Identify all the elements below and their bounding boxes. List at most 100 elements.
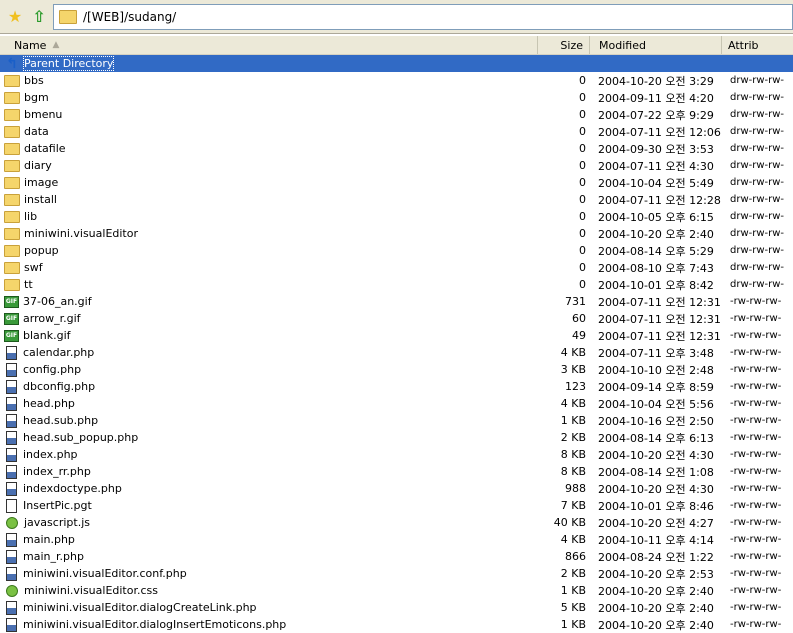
file-modified: 2004-10-20 오후 2:40	[598, 618, 714, 632]
column-modified[interactable]: Modified	[590, 36, 722, 54]
toolbar: ★ ⇧ /[WEB]/sudang/	[0, 0, 793, 34]
file-modified: 2004-08-14 오전 1:08	[598, 465, 714, 479]
file-row[interactable]: dbconfig.php 123 2004-09-14 오후 8:59 -rw-…	[0, 378, 793, 395]
folder-icon	[4, 74, 20, 88]
file-size: 0	[579, 261, 586, 274]
file-row[interactable]: data 0 2004-07-11 오전 12:06 drw-rw-rw-	[0, 123, 793, 140]
file-attrib: -rw-rw-rw-	[730, 483, 782, 494]
file-size: 2 KB	[560, 567, 586, 580]
file-modified: 2004-10-01 오후 8:46	[598, 499, 714, 513]
file-row[interactable]: popup 0 2004-08-14 오후 5:29 drw-rw-rw-	[0, 242, 793, 259]
file-modified: 2004-08-24 오전 1:22	[598, 550, 714, 564]
gif-file-icon: GIF	[4, 295, 19, 308]
file-row[interactable]: tt 0 2004-10-01 오후 8:42 drw-rw-rw-	[0, 276, 793, 293]
path-input[interactable]: /[WEB]/sudang/	[53, 4, 793, 30]
file-row[interactable]: miniwini.visualEditor 0 2004-10-20 오후 2:…	[0, 225, 793, 242]
folder-icon	[4, 176, 20, 190]
file-name: javascript.js	[24, 516, 90, 529]
file-row[interactable]: miniwini.visualEditor.conf.php 2 KB 2004…	[0, 565, 793, 582]
column-size[interactable]: Size	[538, 36, 590, 54]
file-modified: 2004-07-11 오후 3:48	[598, 346, 714, 360]
file-name: datafile	[24, 142, 66, 155]
file-row[interactable]: miniwini.visualEditor.dialogCreateLink.p…	[0, 599, 793, 616]
file-attrib: drw-rw-rw-	[730, 262, 785, 273]
folder-icon	[4, 210, 20, 224]
file-modified: 2004-07-22 오후 9:29	[598, 108, 714, 122]
file-attrib: -rw-rw-rw-	[730, 534, 782, 545]
file-name: lib	[24, 210, 38, 223]
file-size: 866	[565, 550, 586, 563]
file-row[interactable]: main_r.php 866 2004-08-24 오전 1:22 -rw-rw…	[0, 548, 793, 565]
file-attrib: drw-rw-rw-	[730, 160, 785, 171]
file-row[interactable]: calendar.php 4 KB 2004-07-11 오후 3:48 -rw…	[0, 344, 793, 361]
file-row[interactable]: index_rr.php 8 KB 2004-08-14 오전 1:08 -rw…	[0, 463, 793, 480]
file-modified: 2004-10-20 오전 4:30	[598, 482, 714, 496]
file-name: miniwini.visualEditor.dialogInsertEmotic…	[23, 618, 287, 631]
file-modified: 2004-08-10 오후 7:43	[598, 261, 714, 275]
file-attrib: -rw-rw-rw-	[730, 551, 782, 562]
file-row[interactable]: miniwini.visualEditor.css 1 KB 2004-10-2…	[0, 582, 793, 599]
file-size: 0	[579, 74, 586, 87]
file-row[interactable]: GIF blank.gif 49 2004-07-11 오전 12:31 -rw-…	[0, 327, 793, 344]
file-row[interactable]: GIF arrow_r.gif 60 2004-07-11 오전 12:31 -r…	[0, 310, 793, 327]
file-row[interactable]: head.sub.php 1 KB 2004-10-16 오전 2:50 -rw…	[0, 412, 793, 429]
php-file-icon	[6, 600, 17, 615]
js-file-icon	[6, 516, 18, 529]
file-size: 60	[572, 312, 586, 325]
file-row[interactable]: GIF 37-06_an.gif 731 2004-07-11 오전 12:31 …	[0, 293, 793, 310]
file-row[interactable]: InsertPic.pgt 7 KB 2004-10-01 오후 8:46 -r…	[0, 497, 793, 514]
folder-icon	[4, 261, 20, 275]
folder-icon	[4, 193, 20, 207]
php-file-icon	[6, 532, 17, 547]
php-file-icon	[6, 413, 17, 428]
file-name: head.php	[23, 397, 75, 410]
file-row[interactable]: main.php 4 KB 2004-10-11 오후 4:14 -rw-rw-…	[0, 531, 793, 548]
up-folder-icon[interactable]: ⇧	[30, 7, 48, 26]
file-row[interactable]: index.php 8 KB 2004-10-20 오전 4:30 -rw-rw…	[0, 446, 793, 463]
file-row[interactable]: install 0 2004-07-11 오전 12:28 drw-rw-rw-	[0, 191, 793, 208]
parent-directory-icon: ↰	[6, 55, 18, 72]
file-row[interactable]: indexdoctype.php 988 2004-10-20 오전 4:30 …	[0, 480, 793, 497]
column-name[interactable]: Name ▲	[0, 36, 538, 54]
file-row[interactable]: head.sub_popup.php 2 KB 2004-08-14 오후 6:…	[0, 429, 793, 446]
favorites-star-icon[interactable]: ★	[6, 7, 24, 26]
file-row[interactable]: javascript.js 40 KB 2004-10-20 오전 4:27 -…	[0, 514, 793, 531]
file-row[interactable]: head.php 4 KB 2004-10-04 오전 5:56 -rw-rw-…	[0, 395, 793, 412]
parent-directory-row[interactable]: ↰ Parent Directory	[0, 55, 793, 72]
file-row[interactable]: datafile 0 2004-09-30 오전 3:53 drw-rw-rw-	[0, 140, 793, 157]
file-size: 1 KB	[560, 584, 586, 597]
file-attrib: -rw-rw-rw-	[730, 619, 782, 630]
file-name: image	[24, 176, 59, 189]
file-modified: 2004-10-20 오후 2:40	[598, 584, 714, 598]
file-name: blank.gif	[23, 329, 71, 342]
file-name: calendar.php	[23, 346, 95, 359]
file-modified: 2004-10-04 오전 5:49	[598, 176, 714, 190]
file-modified: 2004-10-20 오전 4:27	[598, 516, 714, 530]
file-name: bgm	[24, 91, 49, 104]
file-modified: 2004-10-20 오후 2:53	[598, 567, 714, 581]
file-name: main.php	[23, 533, 75, 546]
file-name: arrow_r.gif	[23, 312, 81, 325]
file-row[interactable]: bmenu 0 2004-07-22 오후 9:29 drw-rw-rw-	[0, 106, 793, 123]
file-row[interactable]: bbs 0 2004-10-20 오전 3:29 drw-rw-rw-	[0, 72, 793, 89]
php-file-icon	[6, 362, 17, 377]
file-row[interactable]: lib 0 2004-10-05 오후 6:15 drw-rw-rw-	[0, 208, 793, 225]
gif-file-icon: GIF	[4, 329, 19, 342]
file-size: 1 KB	[560, 618, 586, 631]
file-list: ↰ Parent Directory bbs 0 2004-10-20 오전 3:…	[0, 55, 793, 633]
php-file-icon	[6, 447, 17, 462]
file-attrib: drw-rw-rw-	[730, 177, 785, 188]
folder-icon	[4, 278, 20, 292]
file-row[interactable]: swf 0 2004-08-10 오후 7:43 drw-rw-rw-	[0, 259, 793, 276]
file-row[interactable]: image 0 2004-10-04 오전 5:49 drw-rw-rw-	[0, 174, 793, 191]
file-size: 7 KB	[560, 499, 586, 512]
file-row[interactable]: miniwini.visualEditor.dialogInsertEmotic…	[0, 616, 793, 633]
php-file-icon	[6, 617, 17, 632]
column-attrib[interactable]: Attrib	[722, 36, 793, 54]
file-name: bmenu	[24, 108, 63, 121]
php-file-icon	[6, 566, 17, 581]
file-row[interactable]: diary 0 2004-07-11 오전 4:30 drw-rw-rw-	[0, 157, 793, 174]
file-row[interactable]: config.php 3 KB 2004-10-10 오전 2:48 -rw-r…	[0, 361, 793, 378]
file-name: indexdoctype.php	[23, 482, 122, 495]
file-row[interactable]: bgm 0 2004-09-11 오전 4:20 drw-rw-rw-	[0, 89, 793, 106]
